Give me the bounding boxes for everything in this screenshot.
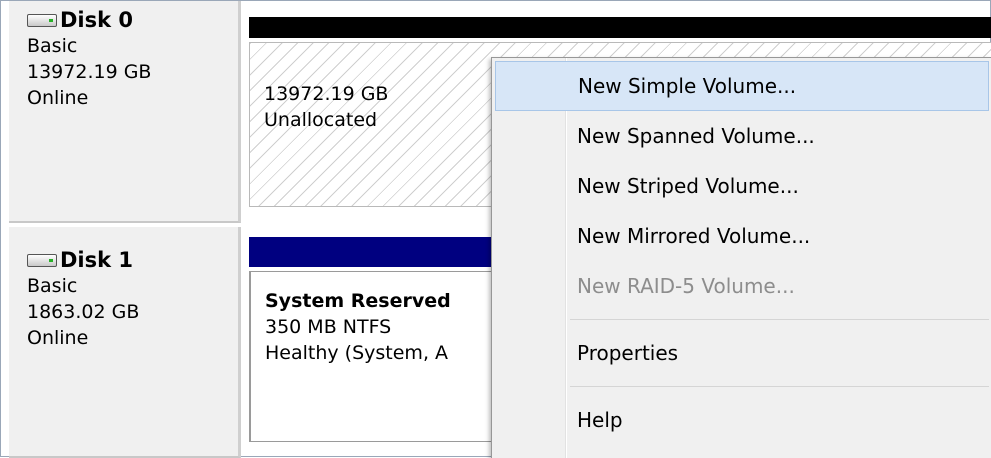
menu-item-properties[interactable]: Properties: [495, 328, 989, 378]
menu-item-new-simple-volume[interactable]: New Simple Volume...: [495, 61, 989, 111]
hard-disk-icon: [27, 13, 57, 27]
disk-management-graphical-view: Disk 0 Basic 13972.19 GB Online 13972.19…: [0, 0, 991, 458]
disk-1-status: Online: [27, 327, 89, 349]
menu-separator: [570, 386, 989, 387]
disk-1-info[interactable]: Disk 1 Basic 1863.02 GB Online: [9, 227, 241, 458]
disk-0-status: Online: [27, 87, 89, 109]
context-menu: New Simple Volume... New Spanned Volume.…: [491, 57, 991, 458]
menu-item-new-mirrored-volume[interactable]: New Mirrored Volume...: [495, 211, 989, 261]
disk-1-size: 1863.02 GB: [27, 301, 140, 323]
menu-item-new-raid5-volume[interactable]: New RAID-5 Volume...: [495, 261, 989, 311]
disk-0-size: 13972.19 GB: [27, 61, 152, 83]
disk-1-name: Disk 1: [60, 248, 134, 272]
menu-item-new-striped-volume[interactable]: New Striped Volume...: [495, 161, 989, 211]
disk-0-info[interactable]: Disk 0 Basic 13972.19 GB Online: [9, 1, 241, 223]
disk-0-type: Basic: [27, 35, 78, 57]
disk-0-name-row: Disk 0: [27, 7, 238, 33]
menu-item-help[interactable]: Help: [495, 395, 989, 445]
unallocated-partition-header: [249, 17, 991, 38]
menu-item-new-spanned-volume[interactable]: New Spanned Volume...: [495, 111, 989, 161]
disk-0-name: Disk 0: [60, 8, 134, 32]
menu-separator: [570, 319, 989, 320]
disk-1-name-row: Disk 1: [27, 247, 238, 273]
hard-disk-icon: [27, 253, 57, 267]
disk-1-type: Basic: [27, 275, 78, 297]
